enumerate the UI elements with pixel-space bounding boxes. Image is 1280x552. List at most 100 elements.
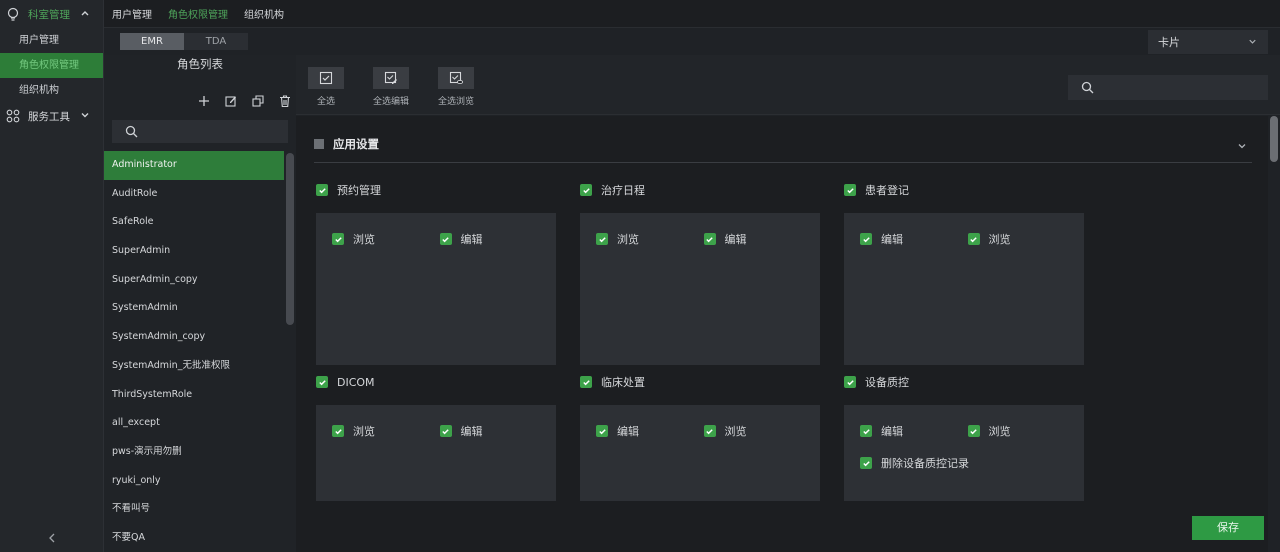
select-all-view-button[interactable]: 全选浏览 — [438, 67, 474, 107]
chevron-down-icon[interactable] — [1236, 140, 1248, 152]
perm-checkbox[interactable]: 浏览 — [703, 419, 808, 443]
role-item[interactable]: SuperAdmin — [104, 237, 284, 266]
chevron-up-icon — [81, 11, 89, 16]
perm-checkbox[interactable]: 编辑 — [439, 227, 544, 251]
role-item[interactable]: ThirdSystemRole — [104, 381, 284, 410]
perm-checkbox[interactable]: 删除设备质控记录 — [860, 451, 1060, 475]
check-icon — [334, 236, 342, 242]
section-checkbox[interactable] — [314, 139, 324, 149]
check-icon — [846, 379, 854, 385]
role-list: Administrator AuditRole SafeRole SuperAd… — [104, 151, 284, 552]
system-segment-control: EMR TDA — [120, 33, 248, 50]
nav-item-user-management[interactable]: 用户管理 — [0, 28, 103, 53]
trash-icon[interactable] — [271, 93, 298, 109]
nav-group-label: 科室管理 — [28, 8, 70, 21]
save-button[interactable]: 保存 — [1192, 516, 1264, 540]
select-all-view-label: 全选浏览 — [438, 97, 475, 107]
search-icon — [1081, 81, 1094, 94]
module-clinical-procedure: 临床处置 编辑 浏览 — [580, 373, 820, 501]
perm-checkbox[interactable]: 编辑 — [703, 227, 808, 251]
role-item[interactable]: SafeRole — [104, 208, 284, 237]
perm-checkbox[interactable]: 编辑 — [860, 227, 964, 251]
select-all-label: 全选 — [316, 97, 335, 107]
perm-checkbox[interactable]: 浏览 — [596, 227, 700, 251]
role-item[interactable]: all_except — [104, 409, 284, 438]
module-card: 编辑 浏览 删除设备质控记录 — [844, 405, 1084, 501]
role-item[interactable]: pws-演示用勿删 — [104, 438, 284, 467]
tab-user-management[interactable]: 用户管理 — [112, 6, 152, 21]
perm-label: 浏览 — [988, 233, 1011, 246]
perm-label: 编辑 — [881, 425, 903, 438]
module-card: 编辑 浏览 — [844, 213, 1084, 365]
role-item[interactable]: Administrator — [104, 151, 284, 180]
search-icon — [125, 125, 138, 138]
module-checkbox[interactable] — [316, 184, 328, 196]
section-app-settings[interactable]: 应用设置 — [314, 135, 1252, 163]
module-title: 治疗日程 — [601, 184, 645, 197]
perm-label: 编辑 — [881, 233, 903, 246]
segment-emr[interactable]: EMR — [120, 33, 184, 50]
role-list-scrollbar[interactable] — [286, 153, 294, 325]
role-item[interactable]: AuditRole — [104, 180, 284, 209]
perm-label: 编辑 — [724, 233, 747, 246]
module-treatment-schedule: 治疗日程 浏览 编辑 — [580, 181, 820, 365]
check-square-icon — [319, 71, 333, 85]
perm-checkbox[interactable]: 浏览 — [967, 227, 1072, 251]
module-checkbox[interactable] — [316, 376, 328, 388]
module-checkbox[interactable] — [580, 376, 592, 388]
role-item[interactable]: SystemAdmin_copy — [104, 323, 284, 352]
module-appointment: 预约管理 浏览 编辑 — [316, 181, 556, 365]
chevron-down-icon — [81, 113, 89, 118]
perm-checkbox[interactable]: 编辑 — [860, 419, 964, 443]
content-scrollbar[interactable] — [1270, 116, 1278, 162]
role-item[interactable]: ryuki_only — [104, 467, 284, 496]
nav-group-service-tools[interactable]: 服务工具 — [0, 102, 103, 130]
perm-checkbox[interactable]: 浏览 — [332, 419, 436, 443]
nav-item-organization[interactable]: 组织机构 — [0, 78, 103, 103]
plus-icon[interactable] — [190, 93, 217, 109]
role-item[interactable]: SystemAdmin_无批准权限 — [104, 352, 284, 381]
module-checkbox[interactable] — [844, 376, 856, 388]
select-all-button[interactable]: 全选 — [308, 67, 344, 107]
tab-organization[interactable]: 组织机构 — [244, 6, 284, 21]
check-icon — [442, 236, 449, 242]
view-mode-value: 卡片 — [1158, 36, 1180, 49]
select-all-edit-button[interactable]: 全选编辑 — [373, 67, 409, 107]
module-title: 患者登记 — [865, 184, 909, 197]
collapse-sidebar-icon[interactable] — [46, 532, 58, 544]
view-mode-select[interactable]: 卡片 — [1148, 30, 1268, 54]
role-list-panel: 角色列表 Administrator AuditRole SafeRole Su… — [104, 55, 296, 552]
role-item[interactable]: SystemAdmin — [104, 294, 284, 323]
edit-icon[interactable] — [217, 93, 244, 109]
nav-item-role-permission[interactable]: 角色权限管理 — [0, 53, 103, 78]
perm-checkbox[interactable]: 浏览 — [332, 227, 436, 251]
permission-toolbar: 全选 全选编辑 全选浏览 — [296, 55, 1280, 115]
check-icon — [862, 428, 870, 434]
chevron-down-icon — [1249, 39, 1256, 44]
module-title: 临床处置 — [601, 376, 645, 389]
perm-checkbox[interactable]: 浏览 — [967, 419, 1072, 443]
perm-checkbox[interactable]: 编辑 — [439, 419, 544, 443]
perm-label: 编辑 — [460, 233, 483, 246]
module-title: 预约管理 — [337, 184, 381, 197]
check-icon — [318, 187, 326, 193]
module-checkbox[interactable] — [844, 184, 856, 196]
module-checkbox[interactable] — [580, 184, 592, 196]
perm-checkbox[interactable]: 编辑 — [596, 419, 700, 443]
role-item[interactable]: 不看叫号 — [104, 495, 284, 524]
nav-group-department[interactable]: 科室管理 — [0, 0, 103, 28]
check-icon — [706, 236, 713, 242]
module-patient-registration: 患者登记 编辑 浏览 — [844, 181, 1084, 365]
copy-icon[interactable] — [244, 93, 271, 109]
role-search-input[interactable] — [112, 120, 288, 143]
role-item[interactable]: SuperAdmin_copy — [104, 266, 284, 295]
permission-search-input[interactable] — [1068, 75, 1268, 100]
check-icon — [318, 379, 326, 385]
section-title: 应用设置 — [333, 137, 379, 151]
tab-role-permission[interactable]: 角色权限管理 — [168, 6, 228, 21]
perm-label: 浏览 — [724, 425, 747, 438]
check-edit-icon — [384, 71, 397, 84]
role-item[interactable]: 不要QA — [104, 524, 284, 552]
grid-icon — [6, 109, 20, 123]
segment-tda[interactable]: TDA — [184, 33, 248, 50]
